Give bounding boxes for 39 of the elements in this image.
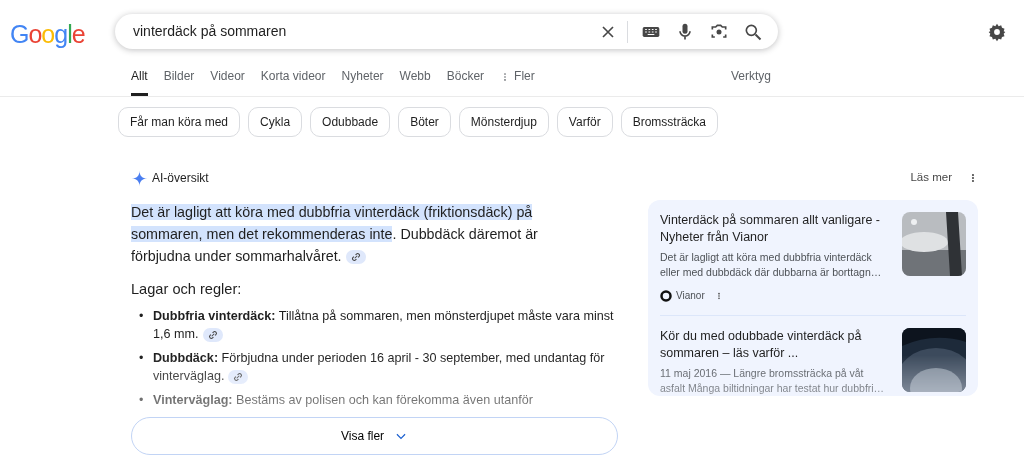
- source-title[interactable]: Vinterdäck på sommaren allt vanligare - Nyheter från Vianor: [660, 212, 890, 247]
- list-item-text: Vinterväglag: Bestäms av polisen och kan förekomma även utanför: [153, 391, 533, 409]
- link-icon[interactable]: [345, 250, 366, 265]
- bullet: •: [139, 349, 145, 367]
- read-more-link[interactable]: Läs mer: [910, 169, 952, 187]
- filter-chip[interactable]: Cykla: [248, 107, 303, 137]
- source-snippet: 11 maj 2016 — Längre bromssträcka på våt asfalt Många biltidningar har testat hur dubbfri…: [660, 366, 886, 397]
- summary-paragraph: Det är lagligt att köra med dubbfria vinterdäck (friktionsdäck) på sommaren, men det rekommenderas inte. Dubbdäck däremot är förbjudna under sommarhalvåret.: [131, 203, 539, 267]
- filter-chip[interactable]: Odubbade: [310, 107, 391, 137]
- search-tab[interactable]: Allt: [131, 60, 148, 96]
- bullet: •: [139, 307, 145, 325]
- filter-chip[interactable]: Böter: [398, 107, 451, 137]
- settings-icon[interactable]: [987, 22, 1007, 42]
- search-tab[interactable]: Nyheter: [341, 60, 384, 96]
- search-tab[interactable]: Böcker: [446, 60, 485, 96]
- filter-chip[interactable]: Mönsterdjup: [458, 107, 549, 137]
- sparkle-icon: [131, 169, 148, 187]
- site-name: Vianor: [676, 289, 705, 304]
- search-input[interactable]: vinterdäck på sommaren: [131, 20, 595, 43]
- filter-chip[interactable]: Varför: [556, 107, 613, 137]
- bullet: •: [139, 391, 145, 409]
- source-snippet: Det är lagligt att köra med dubbfria vinterdäck eller med dubbdäck där dubbarna är borttagn…: [660, 250, 883, 281]
- search-tab[interactable]: Fler: [500, 60, 535, 96]
- logo[interactable]: Google: [10, 16, 98, 54]
- filter-chip[interactable]: Får man köra med: [118, 107, 241, 137]
- search-tab[interactable]: Videor: [210, 60, 245, 96]
- link-icon[interactable]: [202, 327, 223, 342]
- filter-chip[interactable]: Bromssträcka: [620, 107, 718, 137]
- tools-tab[interactable]: Verktyg: [730, 60, 771, 96]
- source-title[interactable]: Kör du med odubbade vinterdäck på sommaren – läs varför ...: [660, 328, 890, 363]
- search-tab[interactable]: Korta videor: [260, 60, 326, 96]
- link-icon[interactable]: [228, 369, 249, 384]
- ai-overview-title: AI-översikt: [152, 170, 209, 187]
- section-heading: Lagar och regler:: [131, 280, 243, 299]
- search-tab[interactable]: Webb: [399, 60, 431, 96]
- list-item-text: Dubbfria vinterdäck: Tillåtna på sommaren, men mönsterdjupet måste vara minst 1,6 mm.: [153, 307, 615, 343]
- search-tab[interactable]: Bilder: [163, 60, 195, 96]
- show-more-button[interactable]: Visa fler: [131, 416, 618, 455]
- site-logo-icon: [660, 289, 672, 302]
